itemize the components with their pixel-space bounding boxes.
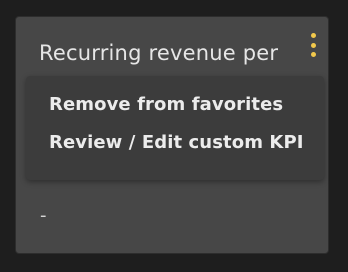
card-title: Recurring revenue per [39, 41, 279, 65]
kebab-dot [310, 52, 316, 57]
kpi-card: Recurring revenue per Remove from favori… [15, 16, 329, 254]
card-options-menu: Remove from favorites Review / Edit cust… [26, 76, 324, 180]
vertical-ellipsis-icon[interactable] [307, 33, 319, 57]
kpi-value: - [40, 205, 47, 226]
menu-item-remove-from-favorites[interactable]: Remove from favorites [49, 94, 283, 115]
menu-item-review-edit-custom-kpi[interactable]: Review / Edit custom KPI [49, 132, 304, 153]
kebab-dot [310, 42, 316, 48]
kebab-dot [310, 33, 316, 38]
